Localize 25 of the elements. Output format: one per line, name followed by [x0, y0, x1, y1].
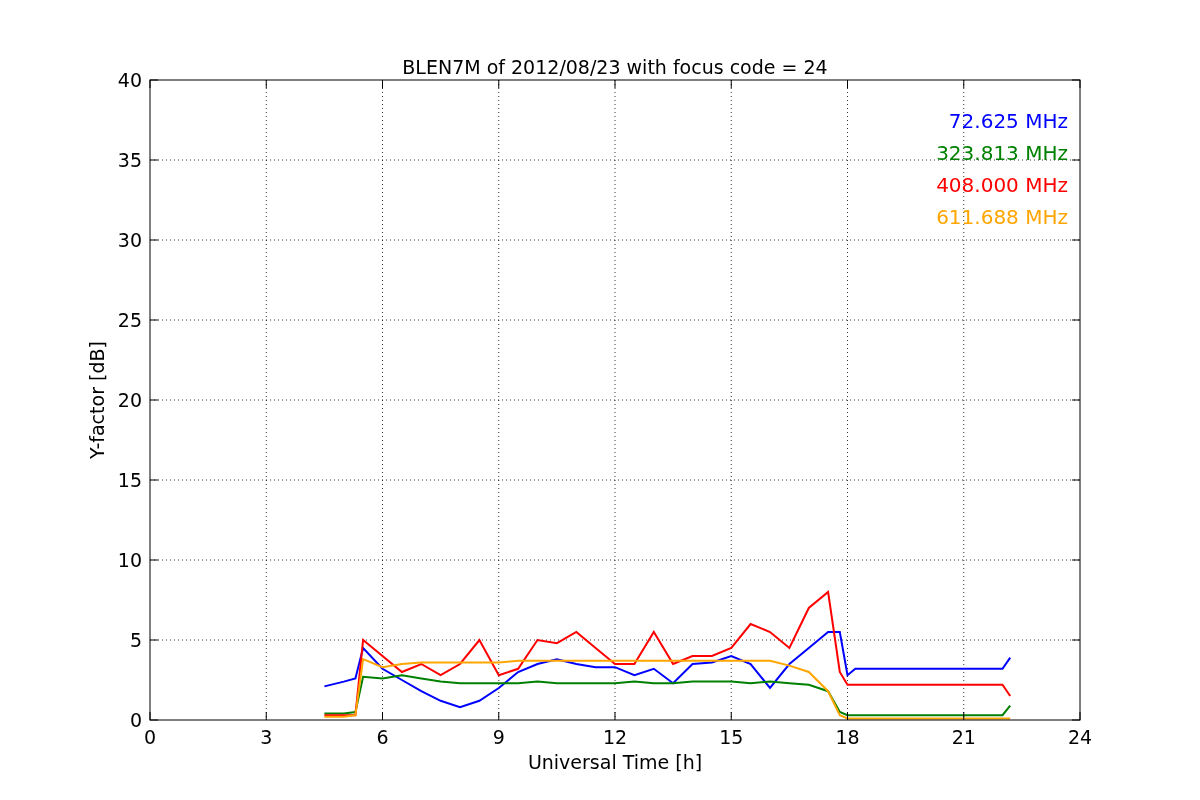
x-tick-label: 9 — [492, 726, 505, 748]
y-axis-label: Y-factor [dB] — [86, 341, 108, 459]
x-tick-label: 18 — [835, 726, 860, 748]
y-tick-label: 0 — [129, 709, 142, 731]
legend-label: 611.688 MHz — [936, 205, 1068, 229]
x-tick-label: 12 — [602, 726, 628, 748]
y-tick-label: 35 — [117, 149, 142, 171]
x-tick-label: 15 — [719, 726, 744, 748]
y-tick-label: 20 — [117, 389, 142, 411]
y-tick-label: 5 — [129, 629, 142, 651]
y-tick-label: 10 — [117, 549, 142, 571]
x-axis-label: Universal Time [h] — [527, 751, 703, 773]
x-tick-label: 3 — [260, 726, 273, 748]
legend-label: 323.813 MHz — [936, 141, 1068, 165]
legend-label: 408.000 MHz — [936, 173, 1068, 197]
x-tick-label: 21 — [951, 726, 976, 748]
y-tick-label: 15 — [117, 469, 142, 491]
y-tick-label: 30 — [117, 229, 142, 251]
x-tick-label: 24 — [1067, 726, 1093, 748]
y-tick-label: 25 — [117, 309, 142, 331]
x-tick-label: 6 — [376, 726, 389, 748]
y-tick-label: 40 — [117, 69, 142, 91]
chart-title: BLEN7M of 2012/08/23 with focus code = 24 — [402, 56, 828, 78]
x-tick-label: 0 — [143, 726, 157, 748]
legend-label: 72.625 MHz — [948, 109, 1068, 133]
